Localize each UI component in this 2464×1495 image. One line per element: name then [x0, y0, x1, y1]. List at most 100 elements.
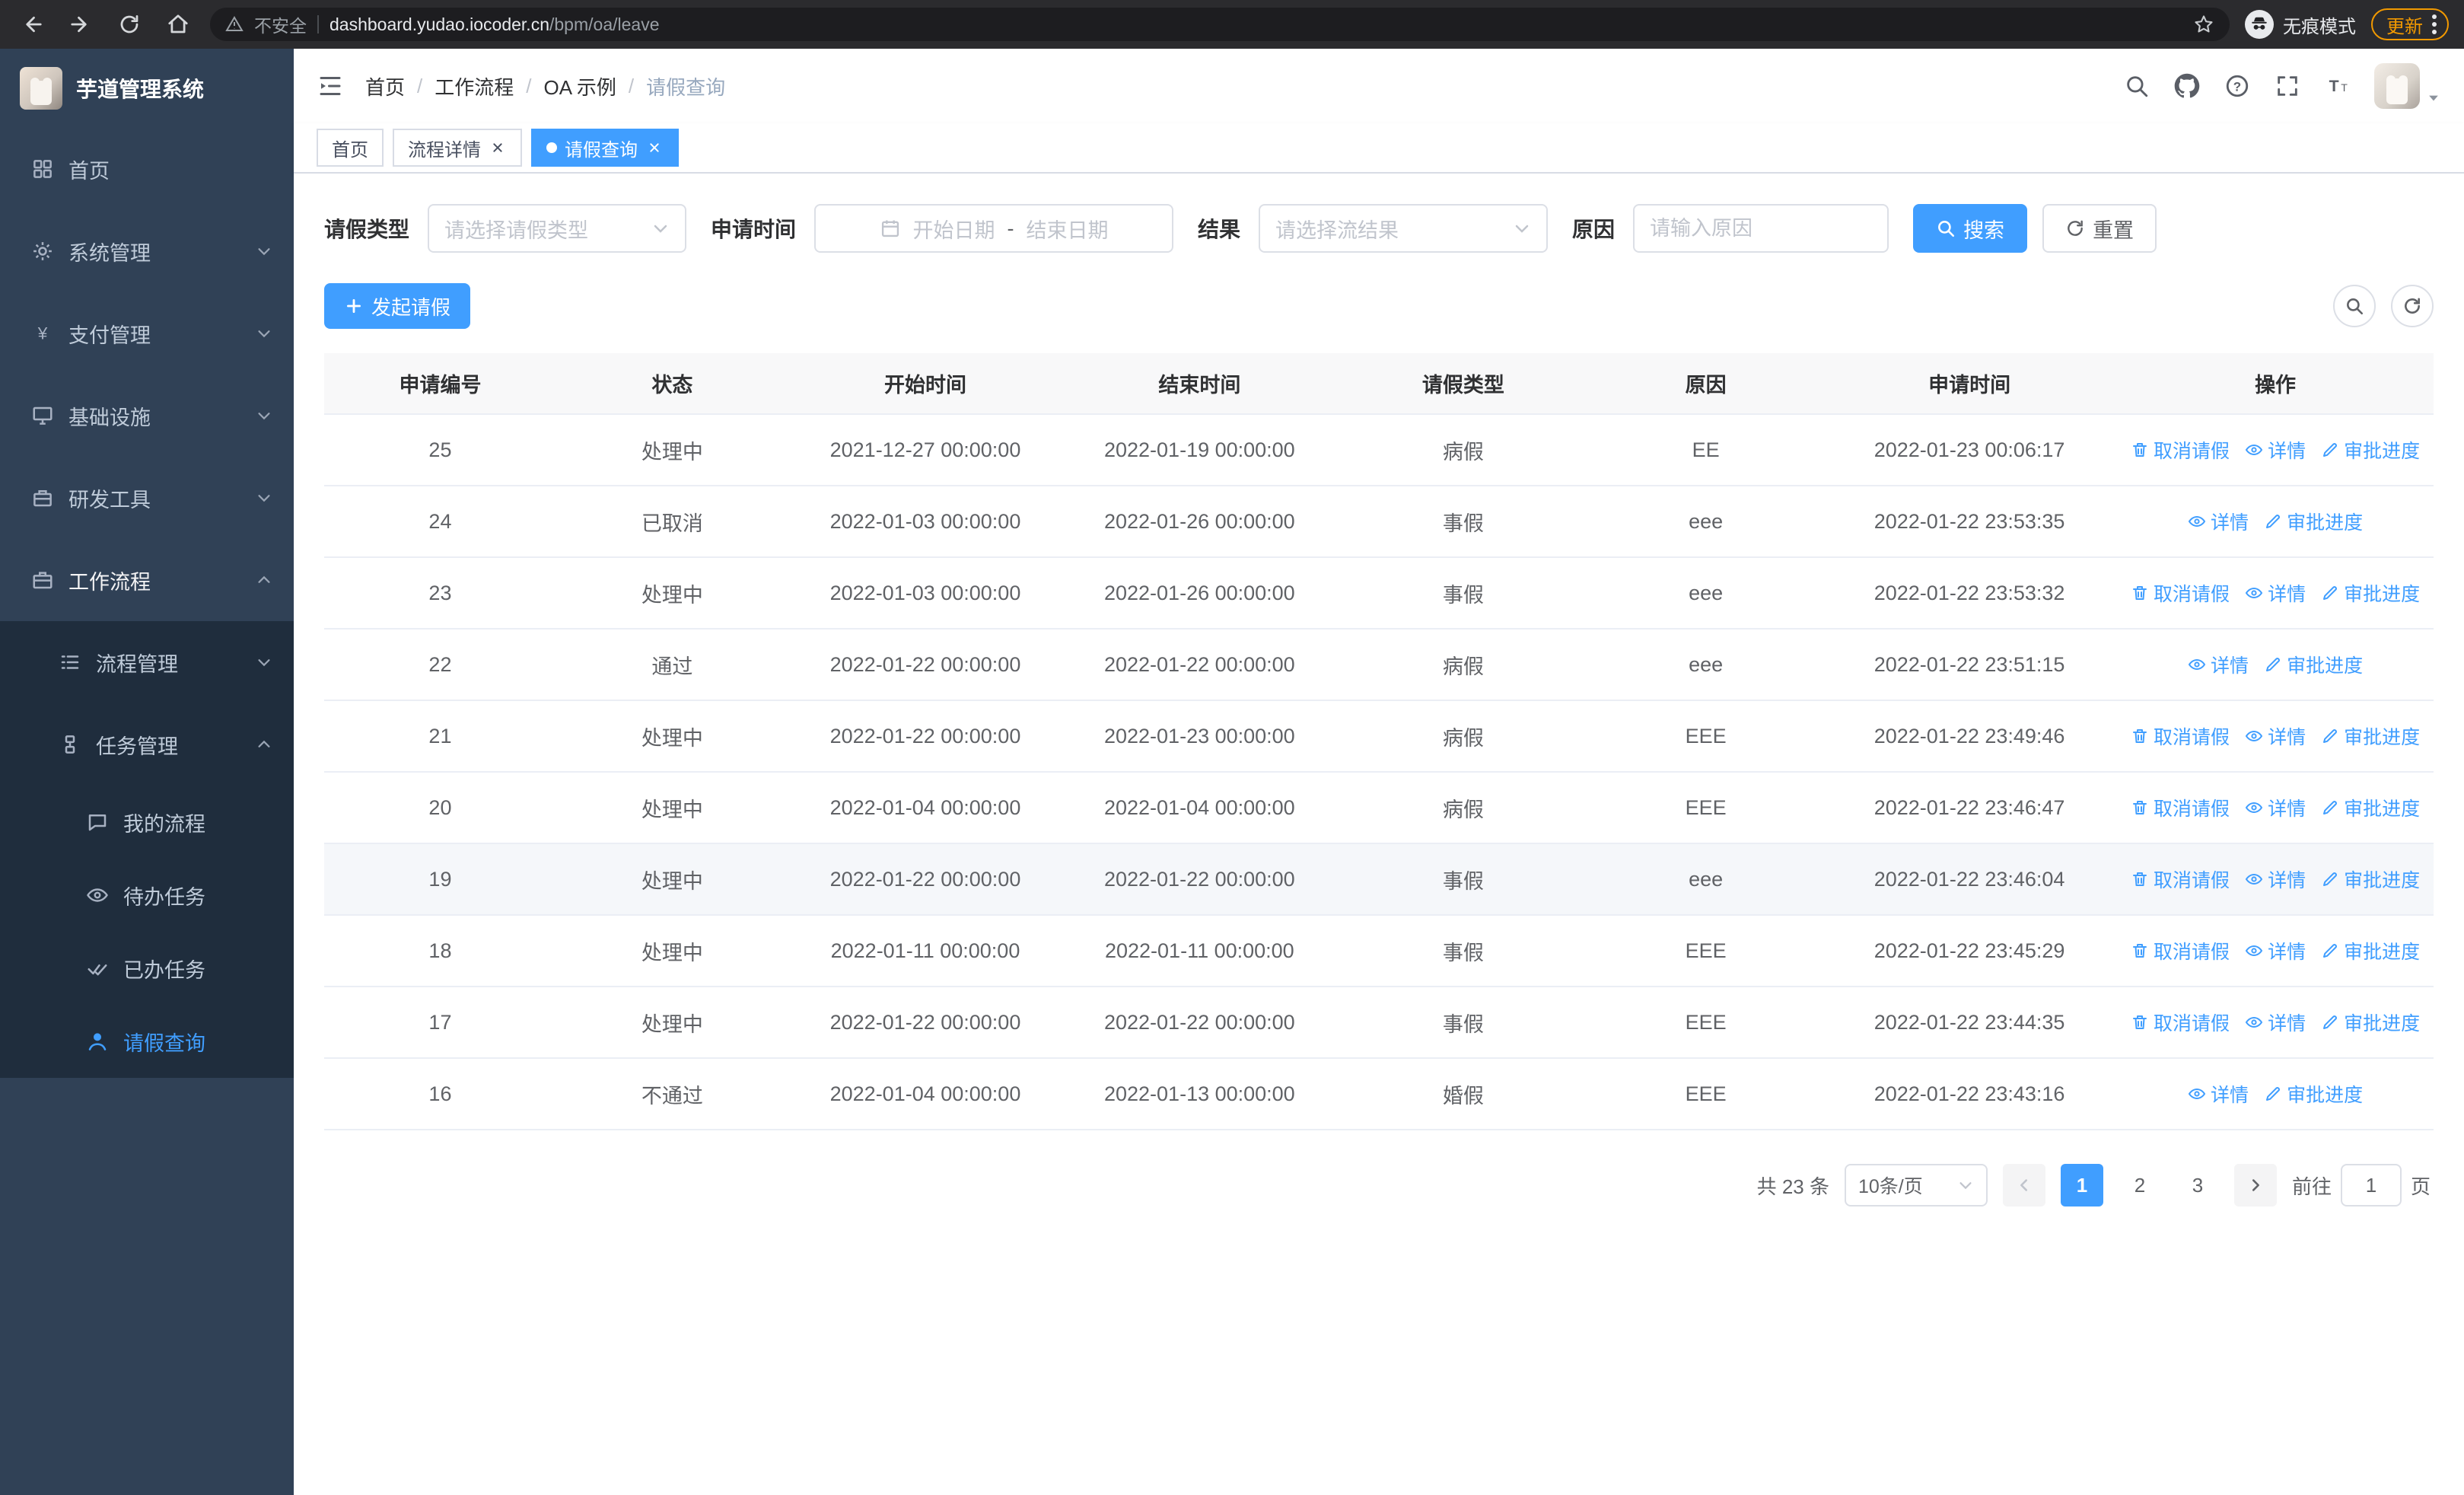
close-icon[interactable] — [645, 139, 664, 157]
detail-link[interactable]: 详情 — [2188, 1080, 2249, 1108]
bookmark-star-icon[interactable] — [2193, 14, 2214, 35]
search-icon[interactable] — [2123, 72, 2150, 100]
security-warning-icon[interactable] — [225, 15, 244, 33]
cell-start_time: 2022-01-22 00:00:00 — [788, 843, 1063, 916]
sidebar-item-leave-query[interactable]: 请假查询 — [0, 1005, 294, 1078]
sidebar-item-my-processes[interactable]: 我的流程 — [0, 786, 294, 859]
page-size-select[interactable]: 10条/页 — [1844, 1164, 1988, 1207]
sidebar-item-home[interactable]: 首页 — [0, 128, 294, 210]
cell-id: 23 — [324, 557, 556, 630]
table-row: 19 处理中 2022-01-22 00:00:00 2022-01-22 00:00… — [324, 843, 2434, 916]
sidebar-item-system[interactable]: 系统管理 — [0, 210, 294, 292]
search-toggle-button[interactable] — [2333, 285, 2376, 327]
detail-link[interactable]: 详情 — [2245, 1009, 2306, 1036]
approval-progress-link[interactable]: 审批进度 — [2321, 722, 2420, 750]
close-icon[interactable] — [489, 139, 507, 157]
help-icon[interactable]: ? — [2224, 72, 2251, 100]
approval-progress-link[interactable]: 审批进度 — [2321, 436, 2420, 464]
detail-link[interactable]: 详情 — [2245, 722, 2306, 750]
refresh-button[interactable] — [2391, 285, 2434, 327]
cell-id: 19 — [324, 843, 556, 916]
browser-update-button[interactable]: 更新 — [2371, 8, 2449, 40]
sidebar-item-infrastructure[interactable]: 基础设施 — [0, 375, 294, 457]
breadcrumb-item[interactable]: 首页 — [365, 72, 405, 100]
sidebar-item-label: 流程管理 — [96, 652, 178, 676]
pagination: 共 23 条 10条/页 1 2 3 前往 页 — [324, 1164, 2434, 1207]
user-avatar[interactable] — [2374, 63, 2420, 109]
cell-leave_type: 事假 — [1336, 915, 1590, 987]
cell-leave_type: 婚假 — [1336, 1058, 1590, 1130]
sidebar-item-task-management[interactable]: 任务管理 — [0, 703, 294, 786]
sidebar-item-workflow[interactable]: 工作流程 — [0, 539, 294, 621]
approval-progress-link[interactable]: 审批进度 — [2321, 794, 2420, 821]
tag-process-detail[interactable]: 流程详情 — [393, 129, 522, 167]
browser-menu-icon[interactable] — [2432, 14, 2437, 34]
cancel-leave-link[interactable]: 取消请假 — [2131, 865, 2230, 893]
detail-link[interactable]: 详情 — [2188, 651, 2249, 678]
cancel-leave-link[interactable]: 取消请假 — [2131, 579, 2230, 607]
search-button[interactable]: 搜索 — [1913, 204, 2028, 253]
result-select[interactable]: 请选择流结果 — [1259, 204, 1549, 253]
main-area: 首页 / 工作流程 / OA 示例 / 请假查询 ? TT 首页 流程详情 请假… — [294, 49, 2464, 1495]
user-menu[interactable] — [2374, 63, 2441, 109]
approval-progress-link[interactable]: 审批进度 — [2264, 1080, 2363, 1108]
person-icon — [85, 1029, 110, 1054]
fullscreen-icon[interactable] — [2274, 72, 2301, 100]
prev-page-button[interactable] — [2002, 1164, 2045, 1207]
github-icon[interactable] — [2173, 72, 2201, 100]
sidebar-item-devtools[interactable]: 研发工具 — [0, 457, 294, 539]
sidebar-item-todo-tasks[interactable]: 待办任务 — [0, 859, 294, 932]
create-leave-button[interactable]: 发起请假 — [324, 283, 471, 329]
filter-result: 结果 请选择流结果 — [1198, 204, 1549, 253]
back-button[interactable] — [15, 8, 49, 41]
cancel-leave-link[interactable]: 取消请假 — [2131, 937, 2230, 964]
sidebar-item-label: 请假查询 — [123, 1031, 205, 1055]
leave-type-select[interactable]: 请选择请假类型 — [428, 204, 687, 253]
detail-link[interactable]: 详情 — [2188, 508, 2249, 535]
approval-progress-link[interactable]: 审批进度 — [2321, 1009, 2420, 1036]
cell-id: 25 — [324, 414, 556, 486]
detail-link[interactable]: 详情 — [2245, 865, 2306, 893]
page-number-3[interactable]: 3 — [2176, 1164, 2219, 1207]
app: 芋道管理系统 首页 系统管理 ¥ 支付管理 基础设施 研发工具 工作流程 流程管… — [0, 49, 2464, 1495]
detail-link[interactable]: 详情 — [2245, 579, 2306, 607]
sidebar-item-payment[interactable]: ¥ 支付管理 — [0, 292, 294, 375]
cell-status: 处理中 — [556, 915, 788, 987]
date-range-picker[interactable]: 开始日期 - 结束日期 — [814, 204, 1174, 253]
font-size-icon[interactable]: TT — [2324, 72, 2351, 100]
app-logo[interactable]: 芋道管理系统 — [0, 49, 294, 128]
cell-end_time: 2022-01-22 00:00:00 — [1062, 843, 1337, 916]
tag-leave-query[interactable]: 请假查询 — [531, 129, 679, 167]
approval-progress-link[interactable]: 审批进度 — [2264, 508, 2363, 535]
approval-progress-link[interactable]: 审批进度 — [2321, 937, 2420, 964]
sidebar-fold-icon[interactable] — [317, 72, 344, 100]
cell-status: 已取消 — [556, 486, 788, 558]
breadcrumb-item[interactable]: 工作流程 — [435, 72, 514, 100]
address-bar[interactable]: 不安全 dashboard.yudao.iocoder.cn/bpm/oa/le… — [210, 8, 2230, 41]
cancel-leave-link[interactable]: 取消请假 — [2131, 722, 2230, 750]
reason-input[interactable] — [1650, 216, 1873, 241]
approval-progress-link[interactable]: 审批进度 — [2321, 579, 2420, 607]
page-number-2[interactable]: 2 — [2118, 1164, 2161, 1207]
approval-progress-link[interactable]: 审批进度 — [2264, 651, 2363, 678]
detail-link[interactable]: 详情 — [2245, 794, 2306, 821]
reset-button[interactable]: 重置 — [2042, 204, 2157, 253]
sidebar-item-process-management[interactable]: 流程管理 — [0, 621, 294, 703]
sidebar-item-label: 待办任务 — [123, 885, 205, 909]
cancel-leave-link[interactable]: 取消请假 — [2131, 1009, 2230, 1036]
home-button[interactable] — [161, 8, 195, 41]
breadcrumb-item[interactable]: OA 示例 — [544, 72, 616, 100]
approval-progress-link[interactable]: 审批进度 — [2321, 865, 2420, 893]
detail-link[interactable]: 详情 — [2245, 436, 2306, 464]
cancel-leave-link[interactable]: 取消请假 — [2131, 436, 2230, 464]
detail-link[interactable]: 详情 — [2245, 937, 2306, 964]
tag-home[interactable]: 首页 — [317, 129, 384, 167]
sidebar-item-done-tasks[interactable]: 已办任务 — [0, 932, 294, 1005]
reload-button[interactable] — [113, 8, 146, 41]
next-page-button[interactable] — [2233, 1164, 2277, 1207]
cancel-leave-link[interactable]: 取消请假 — [2131, 794, 2230, 821]
forward-button[interactable] — [64, 8, 97, 41]
goto-page: 前往 页 — [2292, 1164, 2431, 1207]
goto-page-input[interactable] — [2340, 1164, 2402, 1207]
page-number-1[interactable]: 1 — [2060, 1164, 2103, 1207]
